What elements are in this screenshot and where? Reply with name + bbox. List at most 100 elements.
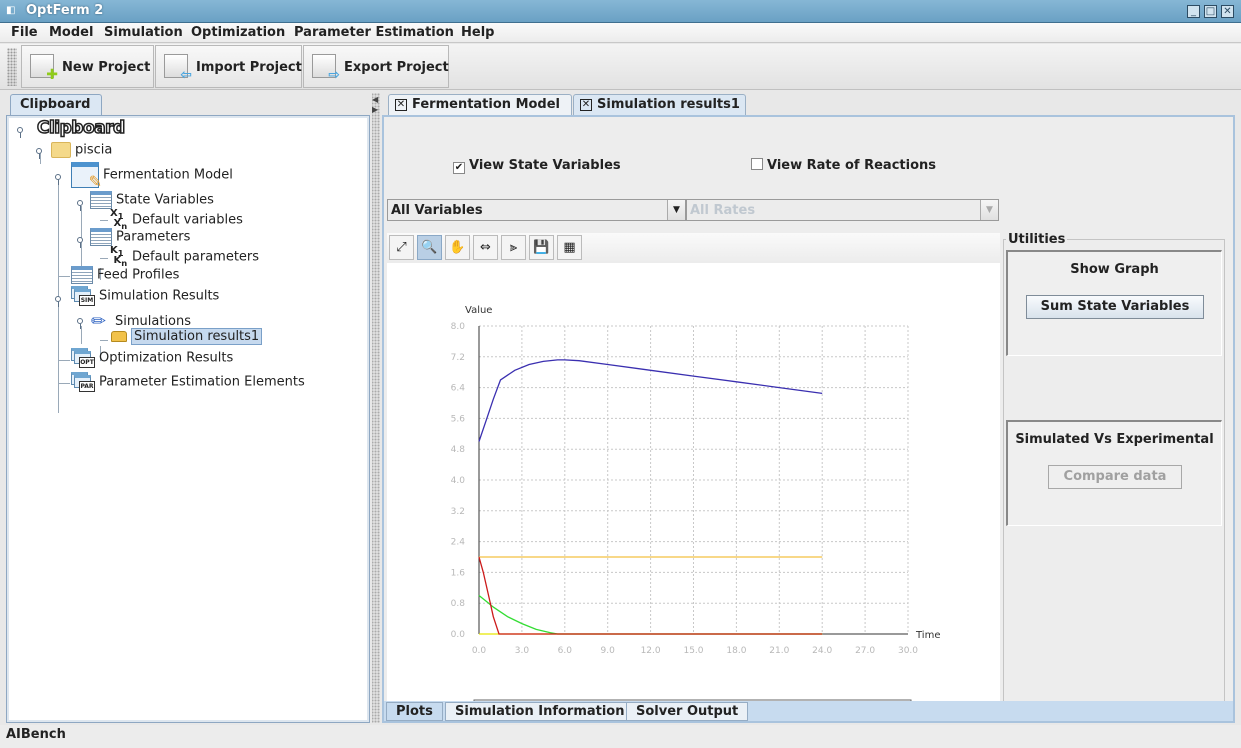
zoom-fit-icon: ⤢: [396, 240, 407, 255]
tree-item-optimization-results[interactable]: OPT Optimization Results: [71, 348, 233, 368]
menu-optimization[interactable]: Optimization: [191, 25, 285, 40]
zoom-fit-button[interactable]: ⤢: [389, 235, 414, 260]
toolbar-grip[interactable]: [7, 48, 17, 86]
close-tab-icon[interactable]: ✕: [395, 99, 407, 111]
tree-toggle[interactable]: [77, 200, 83, 211]
menu-simulation[interactable]: Simulation: [104, 25, 183, 40]
scale-button[interactable]: ⇔: [473, 235, 498, 260]
model-edit-icon: ✎: [71, 162, 102, 191]
export-project-button[interactable]: ⇨ Export Project: [303, 45, 449, 88]
tree-toggle[interactable]: [36, 148, 42, 159]
data-table-icon: ▦: [563, 240, 576, 255]
tree-item-feed-profiles[interactable]: Feed Profiles: [71, 266, 179, 284]
tree-toggle[interactable]: [77, 237, 83, 248]
clipboard-tree[interactable]: Clipboard piscia ✎ Fermentation Model Sta…: [6, 115, 370, 723]
tab-simulation-information[interactable]: Simulation Information: [445, 702, 635, 721]
window-title: OptFerm 2: [26, 3, 104, 18]
menu-help[interactable]: Help: [461, 25, 494, 40]
x-tick-label: 24.0: [812, 646, 832, 656]
chevron-down-icon[interactable]: ▼: [667, 200, 685, 220]
pan-button[interactable]: ✋: [445, 235, 470, 260]
import-project-button[interactable]: ⇦ Import Project: [155, 45, 302, 88]
tree-item-fermentation-model[interactable]: ✎ Fermentation Model: [71, 162, 233, 191]
show-graph-group: Show Graph Sum State Variables: [1006, 250, 1222, 356]
export-project-icon: ⇨: [312, 54, 340, 82]
tree-toggle[interactable]: [77, 318, 83, 329]
sim-stack-icon: SIM: [71, 286, 95, 306]
tree-item-default-parameters[interactable]: K1 Kn Default parameters: [110, 245, 259, 268]
tree-toggle[interactable]: [17, 127, 23, 138]
tree-item-simulation-results[interactable]: SIM Simulation Results: [71, 286, 219, 306]
maximize-button[interactable]: □: [1204, 5, 1217, 18]
compare-data-button: Compare data: [1048, 465, 1182, 489]
compare-title: Simulated Vs Experimental: [1015, 432, 1214, 447]
tree-root[interactable]: Clipboard: [36, 117, 126, 139]
y-tick-label: 8.0: [451, 322, 466, 332]
y-axis-label: Value: [465, 305, 492, 316]
x-axis-label: Time: [915, 630, 940, 641]
tree-item-default-variables[interactable]: X1 Xn Default variables: [110, 209, 243, 231]
pencil-icon: ✏: [91, 311, 107, 332]
save-chart-button[interactable]: 💾: [529, 235, 554, 260]
menu-model[interactable]: Model: [49, 25, 93, 40]
minimize-button[interactable]: _: [1187, 5, 1200, 18]
new-project-icon: ✚: [30, 54, 58, 82]
chart-toolbar: ⤢ 🔍 ✋ ⇔ ⫸ 💾 ▦: [387, 233, 1000, 263]
close-tab-icon[interactable]: ✕: [580, 99, 592, 111]
new-project-button[interactable]: ✚ New Project: [21, 45, 154, 88]
tree-item-parameter-estimation-elements[interactable]: PAR Parameter Estimation Elements: [71, 372, 305, 392]
tab-plots[interactable]: Plots: [386, 702, 443, 721]
app-icon: ◧: [6, 5, 16, 16]
save-chart-icon: 💾: [533, 240, 550, 255]
x-tick-label: 27.0: [855, 646, 875, 656]
tree-toggle[interactable]: [55, 296, 61, 307]
chart-area[interactable]: 0.0 3.0 6.0 9.0 12.0 15.0 18.0 21.0 24.0 27.0 30.0…: [387, 263, 1000, 721]
menu-parameter-estimation[interactable]: Parameter Estimation: [294, 25, 454, 40]
y-tick-label: 6.4: [451, 384, 466, 394]
parameters-icon: K1 Kn: [110, 245, 128, 268]
sum-state-variables-button[interactable]: Sum State Variables: [1026, 295, 1204, 319]
collapse-left-icon[interactable]: ◀: [372, 95, 378, 104]
x-tick-label: 12.0: [641, 646, 661, 656]
y-tick-label: 1.6: [451, 568, 466, 578]
utilities-group: Utilities Show Graph Sum State Variables…: [1003, 232, 1225, 719]
x-tick-label: 0.0: [472, 646, 487, 656]
variables-select[interactable]: All Variables ▼: [387, 199, 686, 221]
checkbox-checked-icon: ✔: [453, 162, 465, 174]
line-chart[interactable]: 0.0 3.0 6.0 9.0 12.0 15.0 18.0 21.0 24.0 27.0 30.0…: [387, 263, 1000, 721]
compare-group: Simulated Vs Experimental Compare data: [1006, 420, 1222, 526]
y-tick-label: 5.6: [451, 414, 466, 424]
view-rate-of-reactions-checkbox[interactable]: View Rate of Reactions: [751, 158, 936, 173]
tree-item-piscia[interactable]: piscia: [51, 142, 112, 158]
par-stack-icon: PAR: [71, 372, 95, 392]
tree-item-state-variables[interactable]: State Variables: [90, 191, 214, 209]
axis-settings-button[interactable]: ⫸: [501, 235, 526, 260]
pan-icon: ✋: [449, 240, 466, 255]
menu-file[interactable]: File: [11, 25, 38, 40]
checkbox-unchecked-icon: [751, 158, 763, 170]
menu-bar: File Model Simulation Optimization Param…: [0, 23, 1241, 43]
y-tick-label: 4.8: [451, 445, 466, 455]
data-table-button[interactable]: ▦: [557, 235, 582, 260]
close-button[interactable]: ✕: [1221, 5, 1234, 18]
tab-fermentation-model[interactable]: ✕ Fermentation Model: [388, 94, 572, 115]
bottom-tab-strip: Plots Simulation Information Solver Outp…: [384, 701, 1233, 721]
pane-splitter[interactable]: ◀ ▶: [372, 93, 380, 723]
collapse-right-icon[interactable]: ▶: [372, 105, 378, 114]
main-toolbar: ✚ New Project ⇦ Import Project ⇨ Export …: [0, 44, 1241, 90]
zoom-button[interactable]: 🔍: [417, 235, 442, 260]
opt-stack-icon: OPT: [71, 348, 95, 368]
tab-solver-output[interactable]: Solver Output: [626, 702, 749, 721]
view-state-variables-checkbox[interactable]: ✔ View State Variables: [453, 158, 621, 174]
rates-select: All Rates ▼: [686, 199, 999, 221]
tab-clipboard[interactable]: Clipboard: [10, 94, 102, 115]
x-tick-label: 30.0: [898, 646, 918, 656]
tab-simulation-results1[interactable]: ✕ Simulation results1: [573, 94, 746, 115]
import-project-icon: ⇦: [164, 54, 192, 82]
tree-item-parameters[interactable]: Parameters: [90, 228, 190, 246]
project-folder-icon: [51, 142, 71, 158]
status-text: AIBench: [6, 727, 66, 742]
tree-toggle[interactable]: [55, 174, 61, 185]
y-tick-label: 0.0: [451, 630, 466, 640]
tree-item-simulation-results1[interactable]: Simulation results1: [111, 328, 263, 345]
